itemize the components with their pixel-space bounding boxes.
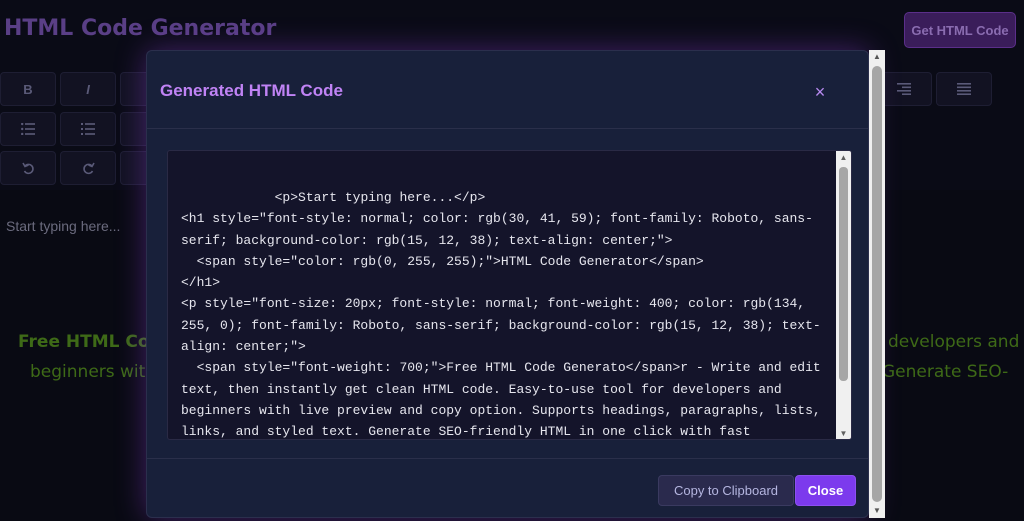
generated-code-modal: Generated HTML Code × <p>Start typing he… — [146, 50, 869, 518]
close-icon[interactable]: × — [809, 81, 831, 103]
bullet-list-icon — [21, 123, 35, 135]
align-right-icon — [897, 83, 911, 95]
undo-button[interactable] — [0, 151, 56, 185]
numbered-list-icon — [81, 123, 95, 135]
redo-button[interactable] — [60, 151, 116, 185]
code-text: <p>Start typing here...</p> <h1 style="f… — [181, 190, 821, 440]
modal-footer: Copy to Clipboard Close — [147, 458, 868, 517]
scroll-up-arrow-icon[interactable]: ▲ — [869, 50, 885, 64]
justify-button[interactable] — [936, 72, 992, 106]
preview-text-fragment: Generate SEO- — [882, 362, 1009, 382]
italic-button[interactable]: I — [60, 72, 116, 106]
justify-icon — [957, 83, 971, 95]
scroll-down-arrow-icon[interactable]: ▼ — [869, 504, 885, 518]
get-html-code-button[interactable]: Get HTML Code — [904, 12, 1016, 48]
code-scrollbar[interactable]: ▲ ▼ — [836, 151, 851, 439]
modal-title: Generated HTML Code — [160, 81, 343, 100]
bold-button[interactable]: B — [0, 72, 56, 106]
close-button[interactable]: Close — [795, 475, 856, 506]
modal-header: Generated HTML Code × — [147, 51, 868, 129]
modal-scrollbar[interactable]: ▲ ▼ — [869, 50, 885, 518]
scroll-down-arrow-icon[interactable]: ▼ — [836, 427, 851, 439]
redo-icon — [82, 162, 95, 174]
preview-text-fragment: beginners with — [30, 362, 157, 382]
numbered-list-button[interactable] — [60, 112, 116, 146]
scrollbar-thumb[interactable] — [839, 167, 848, 381]
code-output-textarea[interactable]: <p>Start typing here...</p> <h1 style="f… — [167, 150, 852, 440]
scroll-up-arrow-icon[interactable]: ▲ — [836, 151, 851, 165]
preview-text-fragment: Free HTML Cod — [18, 332, 162, 352]
italic-icon: I — [86, 81, 90, 97]
bold-icon: B — [23, 81, 33, 97]
scrollbar-thumb[interactable] — [872, 66, 882, 502]
editor-placeholder: Start typing here... — [6, 218, 121, 234]
bullet-list-button[interactable] — [0, 112, 56, 146]
preview-text-fragment: developers and — [888, 332, 1020, 352]
app-title: HTML Code Generator — [4, 16, 277, 41]
copy-to-clipboard-button[interactable]: Copy to Clipboard — [658, 475, 794, 506]
undo-icon — [21, 162, 34, 174]
